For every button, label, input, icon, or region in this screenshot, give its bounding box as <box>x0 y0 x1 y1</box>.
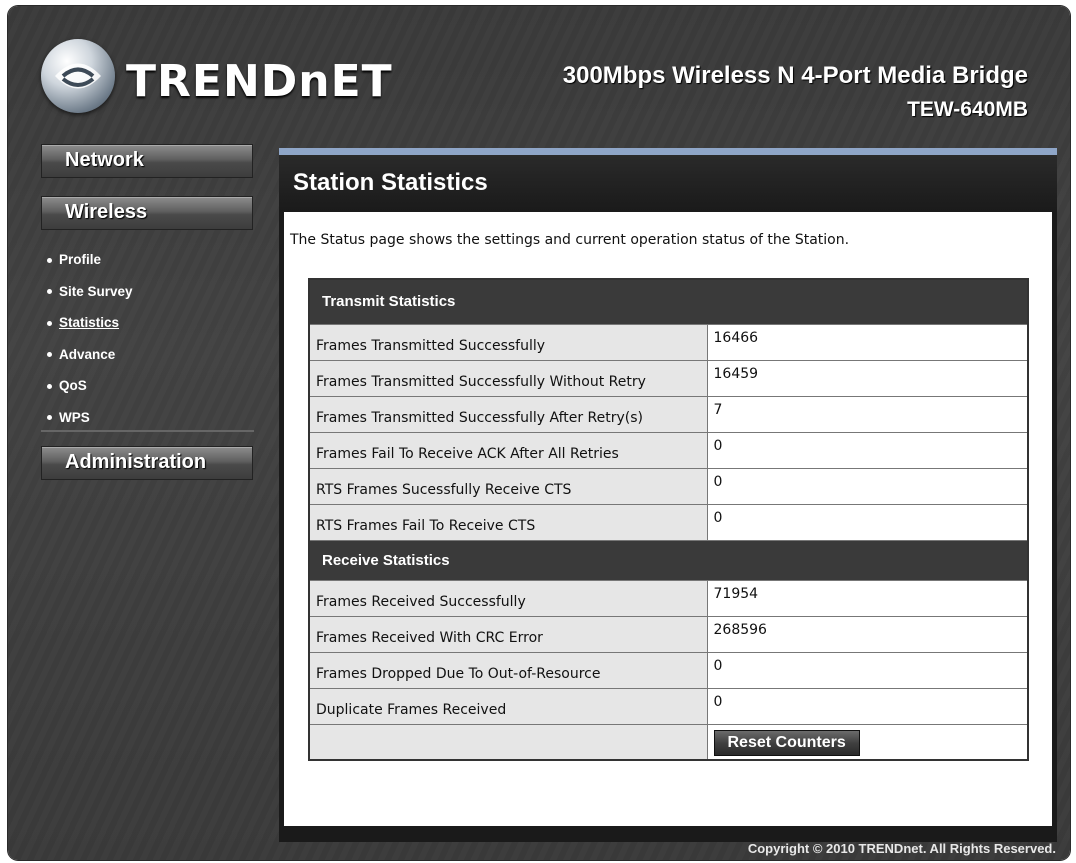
copyright-footer: Copyright © 2010 TRENDnet. All Rights Re… <box>747 841 1056 856</box>
section-header-label: Receive Statistics <box>308 539 1029 581</box>
page-description: The Status page shows the settings and c… <box>290 232 850 248</box>
table-row: Frames Transmitted Successfully Without … <box>308 359 1029 397</box>
bullet-icon <box>47 257 52 263</box>
page-frame: TRENDnET 300Mbps Wireless N 4-Port Media… <box>8 6 1070 860</box>
wireless-submenu: Profile Site Survey Statistics Advance QoS WP… <box>41 236 254 432</box>
bullet-icon <box>47 320 52 326</box>
sidebar-item-label: Statistics <box>59 315 120 330</box>
trendnet-logo-icon <box>41 39 115 113</box>
bullet-icon <box>47 383 52 389</box>
stat-label: Frames Fail To Receive ACK After All Ret… <box>308 431 708 469</box>
receive-statistics-header: Receive Statistics <box>308 539 1029 581</box>
statistics-table: Transmit Statistics Frames Transmitted Su… <box>308 278 1029 761</box>
table-row: Frames Received With CRC Error 268596 <box>308 615 1029 653</box>
reset-counters-button[interactable]: Reset Counters <box>713 729 860 756</box>
model-number: TEW-640MB <box>907 98 1028 121</box>
stat-value: 0 <box>706 467 1029 505</box>
content-panel: The Status page shows the settings and c… <box>279 212 1057 842</box>
empty-cell <box>308 723 708 761</box>
stat-value: 71954 <box>706 579 1029 617</box>
sidebar-item-wps[interactable]: WPS <box>47 402 254 434</box>
stat-label: RTS Frames Sucessfully Receive CTS <box>308 467 708 505</box>
sidebar-item-label: WPS <box>59 409 90 425</box>
table-row: Frames Transmitted Successfully 16466 <box>308 323 1029 361</box>
stat-value: 0 <box>706 431 1029 469</box>
bullet-icon <box>47 289 52 295</box>
stat-value: 16466 <box>706 323 1029 361</box>
content-inner: The Status page shows the settings and c… <box>284 212 1052 826</box>
nav-administration-button[interactable]: Administration <box>41 446 253 480</box>
sidebar-item-advance[interactable]: Advance <box>47 339 254 371</box>
section-header-label: Transmit Statistics <box>308 278 1029 325</box>
sidebar-item-site-survey[interactable]: Site Survey <box>47 276 254 308</box>
logo-wordmark: TRENDnET <box>126 56 393 107</box>
table-row: Duplicate Frames Received 0 <box>308 687 1029 725</box>
table-row: Frames Dropped Due To Out-of-Resource 0 <box>308 651 1029 689</box>
stat-label: Frames Received With CRC Error <box>308 615 708 653</box>
table-row: RTS Frames Fail To Receive CTS 0 <box>308 503 1029 541</box>
sidebar-item-statistics[interactable]: Statistics <box>47 307 254 339</box>
table-row: Frames Received Successfully 71954 <box>308 579 1029 617</box>
stat-value: 268596 <box>706 615 1029 653</box>
header: TRENDnET 300Mbps Wireless N 4-Port Media… <box>8 6 1070 141</box>
stat-label: Frames Dropped Due To Out-of-Resource <box>308 651 708 689</box>
table-row: RTS Frames Sucessfully Receive CTS 0 <box>308 467 1029 505</box>
stat-label: Frames Transmitted Successfully After Re… <box>308 395 708 433</box>
stat-value: 16459 <box>706 359 1029 397</box>
reset-cell: Reset Counters <box>706 723 1029 761</box>
stat-value: 0 <box>706 687 1029 725</box>
reset-row: Reset Counters <box>308 723 1029 761</box>
stat-label: RTS Frames Fail To Receive CTS <box>308 503 708 541</box>
sidebar-item-label: Site Survey <box>59 283 133 299</box>
stat-label: Frames Transmitted Successfully Without … <box>308 359 708 397</box>
sidebar-item-label: Advance <box>59 346 116 362</box>
sidebar-item-profile[interactable]: Profile <box>47 244 254 276</box>
table-row: Frames Fail To Receive ACK After All Ret… <box>308 431 1029 469</box>
stat-value: 7 <box>706 395 1029 433</box>
nav-wireless-button[interactable]: Wireless <box>41 196 253 230</box>
content-title-bar: Station Statistics <box>279 148 1057 212</box>
bullet-icon <box>47 352 52 358</box>
table-row: Frames Transmitted Successfully After Re… <box>308 395 1029 433</box>
stat-value: 0 <box>706 651 1029 689</box>
stat-label: Frames Received Successfully <box>308 579 708 617</box>
stat-label: Frames Transmitted Successfully <box>308 323 708 361</box>
page-title: Station Statistics <box>293 169 488 196</box>
transmit-statistics-header: Transmit Statistics <box>308 278 1029 325</box>
sidebar-item-label: QoS <box>59 378 87 393</box>
stat-label: Duplicate Frames Received <box>308 687 708 725</box>
nav-network-button[interactable]: Network <box>41 144 253 178</box>
sidebar-item-label: Profile <box>59 252 102 267</box>
sidebar-item-qos[interactable]: QoS <box>47 370 254 402</box>
bullet-icon <box>47 415 52 421</box>
stat-value: 0 <box>706 503 1029 541</box>
product-name: 300Mbps Wireless N 4-Port Media Bridge <box>562 62 1028 89</box>
